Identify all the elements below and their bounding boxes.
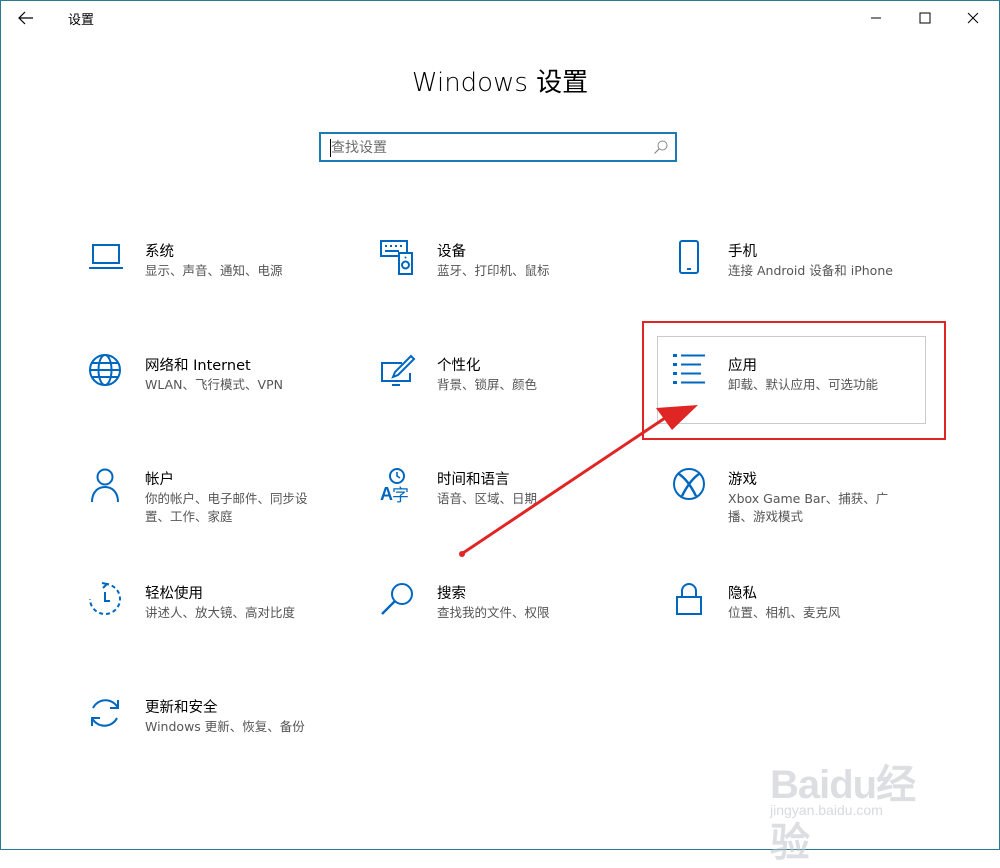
tile-title: 设备 (437, 244, 466, 260)
maximize-button[interactable] (902, 4, 948, 32)
tile-title: 网络和 Internet (145, 358, 251, 374)
minimize-icon (871, 17, 881, 19)
page-title: Windows 设置 (411, 68, 589, 98)
globe-icon (89, 354, 121, 386)
search-input[interactable] (331, 137, 651, 159)
tile-description: Xbox Game Bar、捕获、广播、游戏模式 (728, 491, 889, 524)
xbox-icon (673, 468, 705, 500)
tile-phone[interactable]: 手机 连接 Android 设备和 iPhone (671, 240, 951, 312)
tile-description: WLAN、飞行模式、VPN (145, 377, 283, 392)
tile-accounts[interactable]: 帐户 你的帐户、电子邮件、同步设置、工作、家庭 (88, 468, 368, 540)
tile-description: 蓝牙、打印机、鼠标 (437, 263, 550, 278)
tile-devices[interactable]: 设备 蓝牙、打印机、鼠标 (380, 240, 660, 312)
tile-title: 帐户 (145, 472, 174, 488)
tile-description: 讲述人、放大镜、高对比度 (145, 605, 296, 620)
tile-description: 显示、声音、通知、电源 (145, 263, 283, 278)
update-icon (91, 699, 119, 727)
window-title: 设置 (68, 13, 95, 28)
lock-icon (676, 583, 702, 615)
annotation-highlight-box (642, 321, 946, 440)
phone-icon (679, 240, 699, 274)
arrow-left-icon (18, 11, 33, 25)
tile-description: 位置、相机、麦克风 (728, 605, 841, 620)
tile-title: 更新和安全 (145, 700, 218, 716)
tile-network[interactable]: 网络和 Internet WLAN、飞行模式、VPN (88, 354, 368, 426)
close-button[interactable] (950, 4, 996, 32)
tile-title: 隐私 (728, 586, 757, 602)
devices-icon (380, 240, 413, 275)
tile-description: Windows 更新、恢复、备份 (145, 719, 305, 734)
title-bar: 设置 (0, 0, 1000, 36)
tile-search[interactable]: 搜索 查找我的文件、权限 (380, 582, 660, 654)
search-icon (654, 140, 668, 154)
tile-title: 轻松使用 (145, 586, 203, 602)
tile-description: 背景、锁屏、颜色 (437, 377, 538, 392)
watermark-url: jingyan.baidu.com (770, 802, 883, 818)
tile-time-language[interactable]: A 字 时间和语言 语音、区域、日期 (380, 468, 660, 540)
tile-description: 查找我的文件、权限 (437, 605, 550, 620)
svg-text:字: 字 (392, 486, 409, 504)
tile-title: 系统 (145, 244, 174, 260)
tile-update-security[interactable]: 更新和安全 Windows 更新、恢复、备份 (88, 696, 368, 768)
tile-title: 游戏 (728, 472, 757, 488)
tile-title: 搜索 (437, 586, 466, 602)
tile-description: 你的帐户、电子邮件、同步设置、工作、家庭 (145, 491, 308, 524)
tile-gaming[interactable]: 游戏 Xbox Game Bar、捕获、广播、游戏模式 (671, 468, 951, 540)
search-box[interactable] (319, 132, 677, 162)
tile-title: 时间和语言 (437, 472, 510, 488)
minimize-button[interactable] (853, 4, 899, 32)
time-language-icon: A 字 (380, 468, 409, 504)
personalization-icon (381, 354, 416, 386)
tile-privacy[interactable]: 隐私 位置、相机、麦克风 (671, 582, 951, 654)
back-button[interactable] (8, 4, 44, 32)
ease-of-access-icon (89, 582, 121, 615)
search-icon (381, 583, 413, 615)
tile-description: 连接 Android 设备和 iPhone (728, 263, 893, 278)
close-icon (967, 12, 979, 24)
tile-title: 个性化 (437, 358, 481, 374)
tile-description: 语音、区域、日期 (437, 491, 538, 506)
maximize-icon (919, 12, 931, 24)
laptop-icon (89, 244, 123, 269)
tile-ease-of-access[interactable]: 轻松使用 讲述人、放大镜、高对比度 (88, 582, 368, 654)
person-icon (91, 468, 119, 503)
baidu-watermark: Baidu经验 jingyan.baidu.com (770, 752, 950, 865)
tile-system[interactable]: 系统 显示、声音、通知、电源 (88, 240, 368, 312)
tile-title: 手机 (728, 244, 757, 260)
tile-personalization[interactable]: 个性化 背景、锁屏、颜色 (380, 354, 660, 426)
